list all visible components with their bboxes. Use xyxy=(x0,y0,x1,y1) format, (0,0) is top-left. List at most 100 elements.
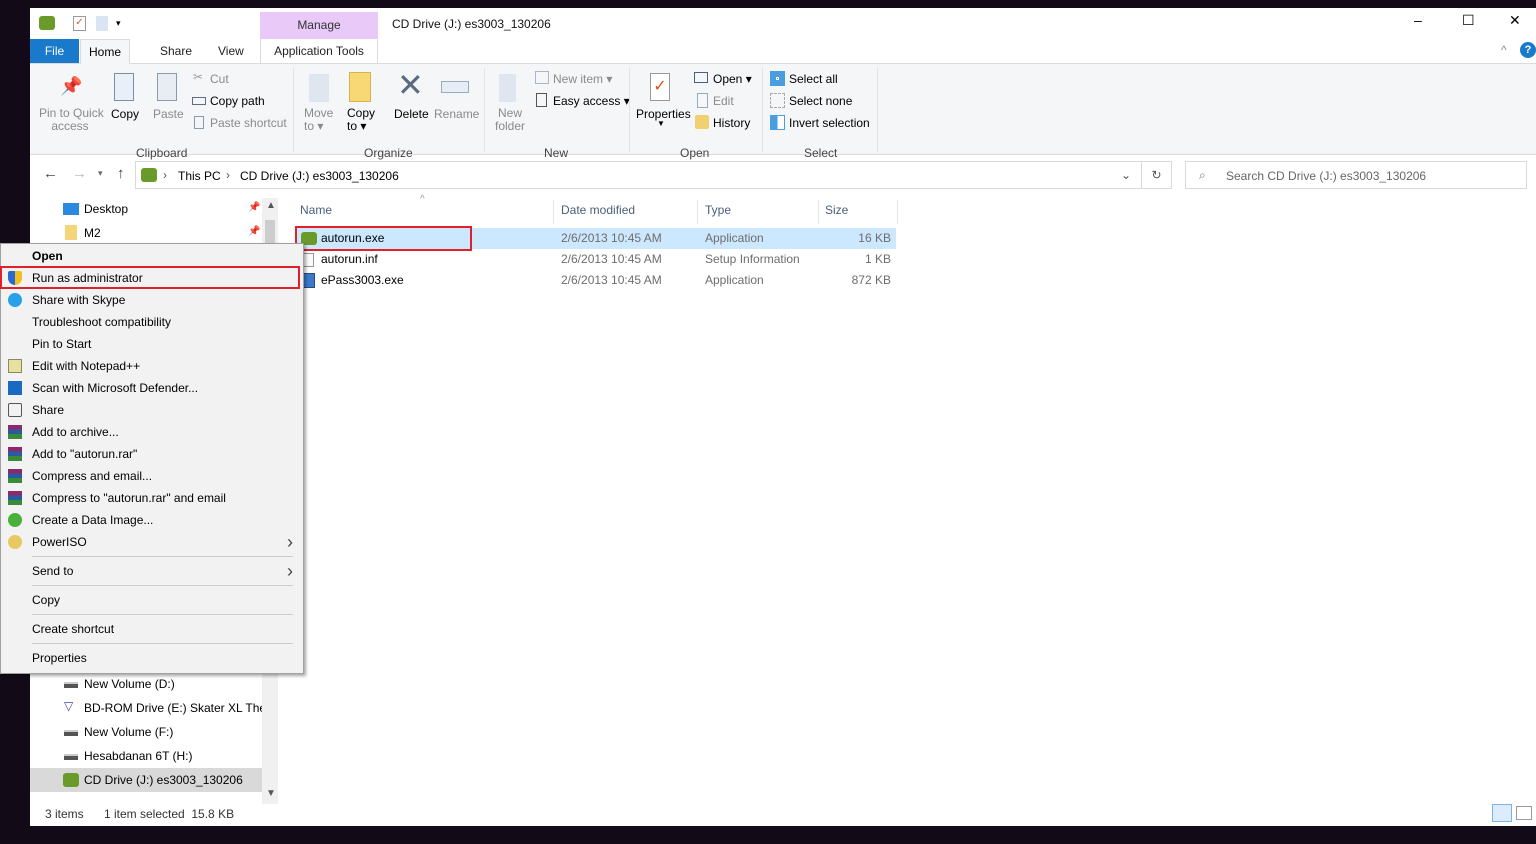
recent-locations-button[interactable]: ▾ xyxy=(98,168,103,179)
divider xyxy=(818,200,819,224)
menu-item-label: Scan with Microsoft Defender... xyxy=(32,381,199,395)
copy-to-button[interactable]: Copy to ▾ xyxy=(347,107,375,133)
menu-item-troubleshoot-compatibility[interactable]: Troubleshoot compatibility xyxy=(1,311,303,333)
large-icons-view-button[interactable] xyxy=(1516,806,1532,820)
new-item-button[interactable]: New item ▾ xyxy=(553,72,612,86)
disc-icon xyxy=(8,513,22,527)
menu-item-label: Add to "autorun.rar" xyxy=(32,447,138,461)
edit-button[interactable]: Edit xyxy=(713,94,734,108)
menu-separator xyxy=(32,614,293,615)
history-button[interactable]: History xyxy=(713,116,750,130)
breadcrumb-cd-drive[interactable]: CD Drive (J:) es3003_130206 xyxy=(240,169,399,183)
menu-item-create-a-data-image[interactable]: Create a Data Image... xyxy=(1,509,303,531)
help-icon[interactable]: ? xyxy=(1520,42,1536,58)
file-row[interactable]: autorun.inf 2/6/2013 10:45 AM Setup Inform… xyxy=(296,249,896,270)
tab-application-tools[interactable]: Application Tools xyxy=(260,39,378,63)
menu-item-compress-and-email[interactable]: Compress and email... xyxy=(1,465,303,487)
maximize-button[interactable]: ☐ xyxy=(1462,12,1475,29)
breadcrumb-this-pc[interactable]: This PC xyxy=(178,169,221,183)
tab-home[interactable]: Home xyxy=(80,39,130,64)
nav-item-m2[interactable]: M2 xyxy=(84,226,101,240)
tab-share[interactable]: Share xyxy=(160,44,192,58)
skype-icon xyxy=(8,293,22,307)
scroll-up-icon[interactable]: ▲ xyxy=(266,200,276,211)
delete-button[interactable]: Delete xyxy=(394,107,429,121)
address-dropdown-icon[interactable]: ⌄ xyxy=(1121,168,1131,182)
menu-item-edit-with-notepad[interactable]: Edit with Notepad++ xyxy=(1,355,303,377)
label: Copy xyxy=(347,106,376,120)
menu-item-create-shortcut[interactable]: Create shortcut xyxy=(1,618,303,640)
new-folder-quick-icon[interactable] xyxy=(96,16,108,31)
tab-file[interactable]: File xyxy=(30,39,79,63)
paste-button[interactable]: Paste xyxy=(153,107,184,121)
menu-item-scan-with-microsoft-defender[interactable]: Scan with Microsoft Defender... xyxy=(1,377,303,399)
menu-item-poweriso[interactable]: PowerISO › xyxy=(1,531,303,553)
menu-item-add-to-archive[interactable]: Add to archive... xyxy=(1,421,303,443)
menu-item-add-to-autorun-rar[interactable]: Add to "autorun.rar" xyxy=(1,443,303,465)
paste-shortcut-button[interactable]: Paste shortcut xyxy=(210,116,287,130)
menu-item-properties[interactable]: Properties xyxy=(1,647,303,669)
address-bar[interactable]: › This PC › CD Drive (J:) es3003_130206 … xyxy=(135,161,1142,189)
manage-tab[interactable]: Manage xyxy=(260,12,378,39)
column-size[interactable]: Size xyxy=(825,203,848,217)
column-date-modified[interactable]: Date modified xyxy=(561,203,635,217)
collapse-ribbon-icon[interactable]: ^ xyxy=(1501,43,1507,57)
cut-button[interactable]: Cut xyxy=(210,72,229,86)
column-type[interactable]: Type xyxy=(705,203,731,217)
nav-item-drive[interactable]: Hesabdanan 6T (H:) xyxy=(30,744,262,768)
properties-quick-icon[interactable]: ✓ xyxy=(73,16,86,31)
minimize-button[interactable]: – xyxy=(1414,12,1422,28)
nav-item-desktop[interactable]: Desktop xyxy=(84,202,128,216)
menu-item-label: Open xyxy=(32,249,63,263)
menu-item-send-to[interactable]: Send to › xyxy=(1,560,303,582)
chevron-right-icon: › xyxy=(163,168,167,182)
tab-view[interactable]: View xyxy=(218,44,244,58)
copy-button[interactable]: Copy xyxy=(111,107,139,121)
column-name[interactable]: Name xyxy=(300,203,332,217)
select-all-button[interactable]: Select all xyxy=(789,72,838,86)
menu-item-label: Copy xyxy=(32,593,61,607)
menu-item-share[interactable]: Share xyxy=(1,399,303,421)
details-view-button[interactable] xyxy=(1492,804,1512,822)
move-to-button[interactable]: Move to ▾ xyxy=(304,107,333,133)
menu-item-pin-to-start[interactable]: Pin to Start xyxy=(1,333,303,355)
menu-item-compress-to-autorun-rar-and-email[interactable]: Compress to "autorun.rar" and email xyxy=(1,487,303,509)
open-button[interactable]: Open ▾ xyxy=(713,72,752,86)
scroll-down-icon[interactable]: ▼ xyxy=(266,788,276,799)
file-type: Setup Information xyxy=(705,252,800,266)
nav-item-drive[interactable]: CD Drive (J:) es3003_130206 xyxy=(30,768,262,792)
new-folder-button[interactable]: New folder xyxy=(495,107,525,133)
select-all-icon xyxy=(770,71,785,86)
nav-item-label: Hesabdanan 6T (H:) xyxy=(84,749,193,763)
back-button[interactable]: ← xyxy=(43,165,58,182)
up-button[interactable]: ↑ xyxy=(117,165,125,182)
menu-item-share-with-skype[interactable]: Share with Skype xyxy=(1,289,303,311)
easy-access-button[interactable]: Easy access ▾ xyxy=(553,94,630,108)
winrar-icon xyxy=(8,469,22,483)
delete-icon: ✕ xyxy=(397,67,424,103)
properties-dropdown-icon[interactable]: ▼ xyxy=(657,119,665,128)
menu-item-label: Create a Data Image... xyxy=(32,513,154,527)
menu-item-open[interactable]: Open xyxy=(1,245,303,267)
refresh-button[interactable]: ↻ xyxy=(1142,161,1172,189)
search-input[interactable]: ⌕ Search CD Drive (J:) es3003_130206 xyxy=(1185,161,1527,189)
nav-item-drive[interactable]: New Volume (D:) xyxy=(30,672,262,696)
open-icon xyxy=(694,72,708,83)
menu-item-copy[interactable]: Copy xyxy=(1,589,303,611)
select-none-button[interactable]: Select none xyxy=(789,94,852,108)
chevron-right-icon: › xyxy=(287,561,293,581)
menu-item-label: Compress and email... xyxy=(32,469,153,483)
search-placeholder: Search CD Drive (J:) es3003_130206 xyxy=(1226,169,1427,183)
close-button[interactable]: ✕ xyxy=(1509,12,1521,29)
nav-item-drive[interactable]: New Volume (F:) xyxy=(30,720,262,744)
pin-to-quick-access-button[interactable]: Pin to Quick access xyxy=(39,107,104,133)
nav-item-drive[interactable]: ▽ BD-ROM Drive (E:) Skater XL The U xyxy=(30,696,262,720)
file-type: Application xyxy=(705,231,764,245)
forward-button[interactable]: → xyxy=(72,165,87,182)
rename-button[interactable]: Rename xyxy=(434,107,479,121)
customize-quick-access-icon[interactable]: ▾ xyxy=(116,18,121,29)
file-row[interactable]: ePass3003.exe 2/6/2013 10:45 AM Applicatio… xyxy=(296,270,896,291)
hard-drive-icon xyxy=(64,682,78,688)
invert-selection-button[interactable]: Invert selection xyxy=(789,116,870,130)
copy-path-button[interactable]: Copy path xyxy=(210,94,265,108)
